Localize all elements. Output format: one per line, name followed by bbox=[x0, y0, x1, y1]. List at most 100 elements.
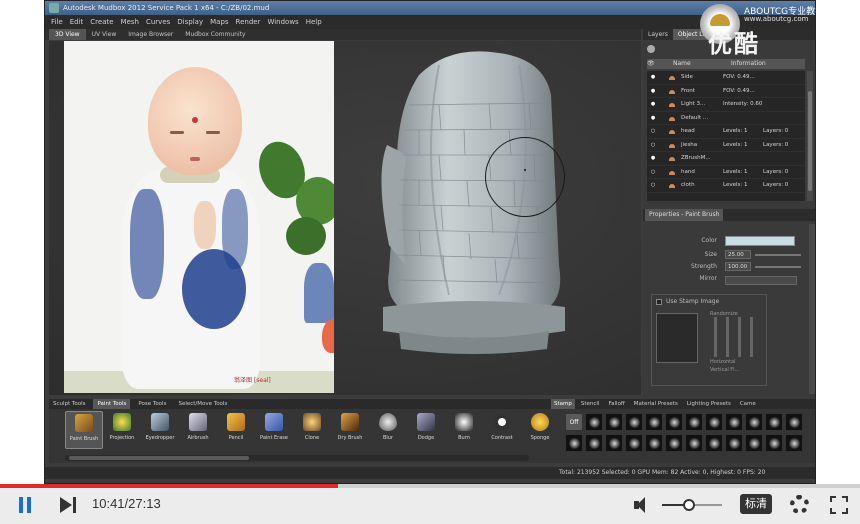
stamp-thumbnail[interactable] bbox=[765, 434, 783, 452]
tool-blur[interactable]: Blur bbox=[369, 411, 407, 449]
stamp-thumbnail[interactable] bbox=[605, 413, 623, 431]
tab-sculpt-tools[interactable]: Sculpt Tools bbox=[49, 399, 89, 409]
visibility-toggle[interactable]: ● bbox=[647, 74, 659, 80]
stamp-off[interactable]: Off bbox=[565, 413, 583, 431]
quality-button[interactable]: 标清 bbox=[740, 494, 772, 514]
list-item[interactable]: ● Default ... bbox=[647, 112, 805, 125]
stamp-thumbnail[interactable] bbox=[585, 434, 603, 452]
stamp-slider[interactable] bbox=[750, 317, 753, 357]
stamp-thumbnail[interactable] bbox=[725, 434, 743, 452]
list-item[interactable]: ● ZBrushM... bbox=[647, 152, 805, 166]
menu-mesh[interactable]: Mesh bbox=[121, 15, 139, 29]
stamp-thumbnail[interactable] bbox=[745, 434, 763, 452]
tool-airbrush[interactable]: Airbrush bbox=[179, 411, 217, 449]
list-item[interactable]: ● Front FOV: 0.49... bbox=[647, 85, 805, 98]
stamp-thumbnail[interactable] bbox=[745, 413, 763, 431]
tool-burn[interactable]: Burn bbox=[445, 411, 483, 449]
stamp-thumbnail[interactable] bbox=[645, 413, 663, 431]
tab-falloff[interactable]: Falloff bbox=[605, 399, 627, 409]
object-list-scrollbar[interactable] bbox=[807, 71, 813, 201]
tab-stamp[interactable]: Stamp bbox=[551, 399, 575, 409]
tool-dry-brush[interactable]: Dry Brush bbox=[331, 411, 369, 449]
visibility-toggle[interactable]: ● bbox=[647, 115, 659, 121]
menu-file[interactable]: File bbox=[51, 15, 63, 29]
tool-paint-brush[interactable]: Paint Brush bbox=[65, 411, 103, 449]
stamp-thumbnail[interactable] bbox=[705, 413, 723, 431]
list-item[interactable]: ○ cloth Levels: 1 Layers: 0 bbox=[647, 179, 805, 193]
stamp-thumbnail[interactable] bbox=[625, 413, 643, 431]
stamp-thumbnail[interactable] bbox=[765, 413, 783, 431]
volume-icon[interactable] bbox=[634, 496, 654, 514]
menu-help[interactable]: Help bbox=[306, 15, 322, 29]
stamp-thumbnail[interactable] bbox=[725, 413, 743, 431]
visibility-toggle[interactable]: ● bbox=[647, 88, 659, 94]
strength-slider[interactable] bbox=[755, 266, 801, 268]
next-icon[interactable] bbox=[60, 497, 78, 513]
tool-dodge[interactable]: Dodge bbox=[407, 411, 445, 449]
scrollbar-thumb[interactable] bbox=[808, 91, 812, 191]
panel-collapse-icon[interactable] bbox=[647, 45, 655, 53]
gear-icon[interactable] bbox=[790, 495, 809, 514]
size-field[interactable]: 25.00 bbox=[725, 250, 751, 259]
tool-clone[interactable]: Clone bbox=[293, 411, 331, 449]
stamp-slider[interactable] bbox=[738, 317, 741, 357]
properties-scrollbar[interactable] bbox=[809, 224, 815, 394]
stamp-thumbnail[interactable] bbox=[645, 434, 663, 452]
list-item[interactable]: ● Side FOV: 0.49... bbox=[647, 71, 805, 85]
tool-paint-erase[interactable]: Paint Erase bbox=[255, 411, 293, 449]
shelf-scrollbar[interactable] bbox=[65, 455, 529, 461]
column-name[interactable]: Name bbox=[663, 59, 703, 69]
tool-contrast[interactable]: Contrast bbox=[483, 411, 521, 449]
visibility-toggle[interactable]: ○ bbox=[647, 142, 659, 148]
stamp-thumbnail[interactable] bbox=[685, 434, 703, 452]
mirror-dropdown[interactable] bbox=[725, 276, 797, 285]
stamp-thumbnail[interactable] bbox=[565, 434, 583, 452]
tab-paint-tools[interactable]: Paint Tools bbox=[93, 399, 131, 409]
tab-camera[interactable]: Came bbox=[737, 399, 759, 409]
tab-pose-tools[interactable]: Pose Tools bbox=[134, 399, 170, 409]
tab-stencil[interactable]: Stencil bbox=[578, 399, 603, 409]
visibility-toggle[interactable]: ● bbox=[647, 155, 659, 161]
use-stamp-checkbox[interactable] bbox=[656, 299, 662, 305]
tab-image-browser[interactable]: Image Browser bbox=[122, 29, 179, 40]
stamp-thumbnail[interactable] bbox=[605, 434, 623, 452]
scrollbar-thumb[interactable] bbox=[69, 456, 249, 460]
tool-eyedropper[interactable]: Eyedropper bbox=[141, 411, 179, 449]
menu-create[interactable]: Create bbox=[90, 15, 113, 29]
progress-bar[interactable] bbox=[0, 484, 860, 488]
volume-knob[interactable] bbox=[683, 499, 695, 511]
tab-layers[interactable]: Layers bbox=[643, 29, 673, 40]
color-swatch[interactable] bbox=[725, 236, 795, 246]
menu-windows[interactable]: Windows bbox=[267, 15, 298, 29]
tab-uv-view[interactable]: UV View bbox=[86, 29, 123, 40]
properties-title[interactable]: Properties - Paint Brush bbox=[645, 209, 724, 221]
stamp-thumbnail[interactable] bbox=[665, 413, 683, 431]
stamp-thumbnail[interactable] bbox=[785, 413, 803, 431]
menu-edit[interactable]: Edit bbox=[70, 15, 84, 29]
3d-viewport[interactable]: 翁泽图 [seal] bbox=[49, 41, 641, 395]
column-information[interactable]: Information bbox=[703, 59, 766, 69]
stamp-slider[interactable] bbox=[726, 317, 729, 357]
tab-mudbox-community[interactable]: Mudbox Community bbox=[179, 29, 251, 40]
stamp-thumbnail[interactable] bbox=[625, 434, 643, 452]
tab-lighting-presets[interactable]: Lighting Presets bbox=[684, 399, 734, 409]
strength-field[interactable]: 100.00 bbox=[725, 262, 751, 271]
list-item[interactable]: ○ hand Levels: 1 Layers: 0 bbox=[647, 166, 805, 179]
menu-display[interactable]: Display bbox=[177, 15, 203, 29]
fullscreen-icon[interactable] bbox=[830, 496, 848, 514]
size-slider[interactable] bbox=[755, 254, 801, 256]
list-item[interactable]: ○ head Levels: 1 Layers: 0 bbox=[647, 125, 805, 139]
menu-curves[interactable]: Curves bbox=[146, 15, 170, 29]
tab-3d-view[interactable]: 3D View bbox=[49, 29, 86, 40]
stamp-thumbnail[interactable] bbox=[705, 434, 723, 452]
menu-render[interactable]: Render bbox=[236, 15, 261, 29]
visibility-toggle[interactable]: ○ bbox=[647, 169, 659, 175]
stamp-thumbnail[interactable] bbox=[785, 434, 803, 452]
stamp-thumbnail[interactable] bbox=[685, 413, 703, 431]
visibility-toggle[interactable]: ○ bbox=[647, 128, 659, 134]
tool-projection[interactable]: Projection bbox=[103, 411, 141, 449]
visibility-toggle[interactable]: ● bbox=[647, 101, 659, 107]
menu-maps[interactable]: Maps bbox=[210, 15, 228, 29]
stamp-thumbnail[interactable] bbox=[665, 434, 683, 452]
pause-icon[interactable] bbox=[18, 497, 32, 513]
